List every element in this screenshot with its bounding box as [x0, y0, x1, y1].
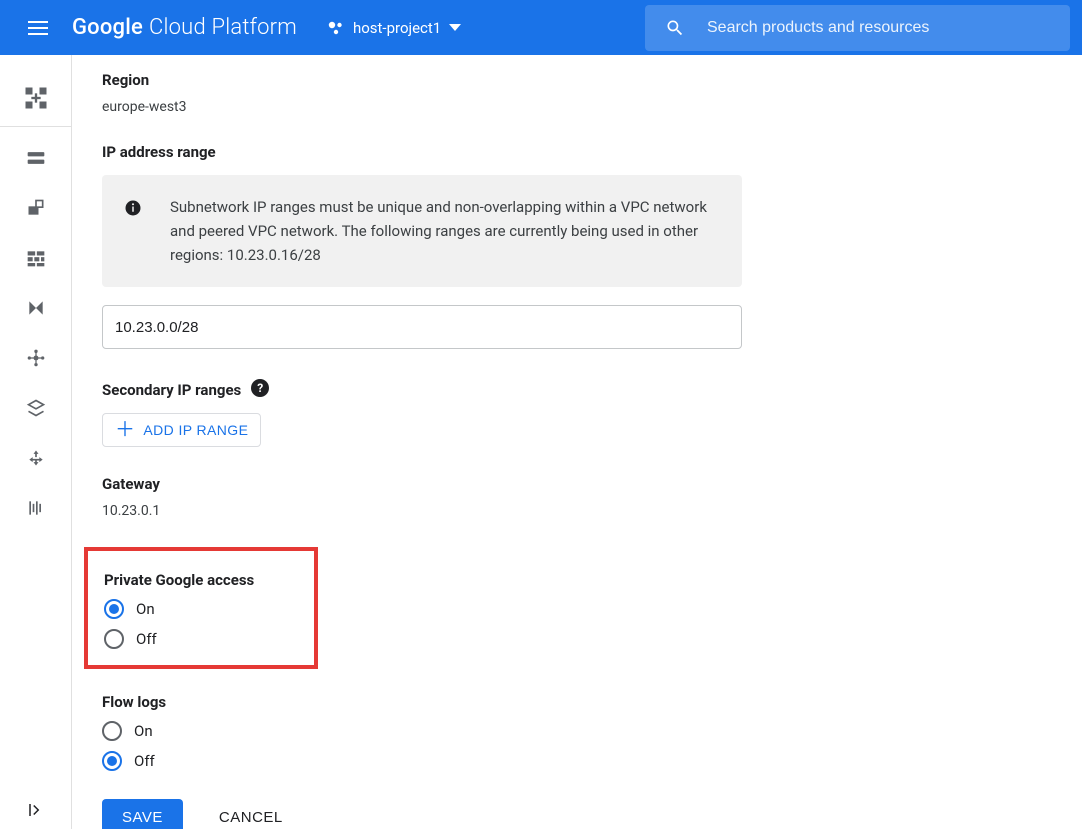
- chevron-down-icon: [449, 24, 461, 31]
- region-value: europe-west3: [102, 99, 1052, 115]
- routes-icon: [26, 298, 46, 318]
- nav-menu-button[interactable]: [18, 8, 58, 48]
- nav-byoip[interactable]: [0, 183, 72, 233]
- save-button[interactable]: SAVE: [102, 799, 183, 829]
- private-google-access-highlight: Private Google access On Off: [84, 547, 318, 669]
- nav-peering[interactable]: [0, 333, 72, 383]
- radio-checked-icon: [104, 599, 124, 619]
- project-name: host-project1: [353, 19, 441, 37]
- secondary-ip-label: Secondary IP ranges: [102, 381, 241, 399]
- nav-serverless-vpc[interactable]: [0, 433, 72, 483]
- search-icon: [665, 18, 685, 38]
- cancel-button[interactable]: CANCEL: [213, 808, 289, 827]
- flowlogs-label: Flow logs: [102, 693, 1052, 711]
- pga-off-label: Off: [136, 630, 157, 648]
- add-ip-range-button[interactable]: ＋ ADD IP RANGE: [102, 413, 261, 447]
- ip-range-info-text: Subnetwork IP ranges must be unique and …: [170, 195, 714, 267]
- hamburger-icon: [28, 27, 48, 29]
- firewall-icon: [26, 248, 46, 268]
- serverless-vpc-icon: [26, 448, 46, 468]
- packet-mirroring-icon: [26, 498, 46, 518]
- chevron-right-icon: [27, 801, 45, 819]
- search-box[interactable]: [645, 5, 1070, 51]
- nav-shared-vpc[interactable]: [0, 383, 72, 433]
- vpc-network-icon: [22, 84, 50, 112]
- ip-range-label: IP address range: [102, 143, 1052, 161]
- nav-packet-mirroring[interactable]: [0, 483, 72, 533]
- top-bar: Google Cloud Platform host-project1: [0, 0, 1082, 55]
- pga-on-label: On: [136, 600, 155, 618]
- info-icon: [124, 195, 142, 267]
- project-icon: [327, 19, 345, 37]
- flowlogs-off-label: Off: [134, 752, 155, 770]
- radio-checked-icon: [102, 751, 122, 771]
- search-input[interactable]: [705, 18, 1058, 38]
- nav-ip-addresses[interactable]: [0, 133, 72, 183]
- gateway-label: Gateway: [102, 475, 1052, 493]
- nav-firewall[interactable]: [0, 233, 72, 283]
- pga-radio-on[interactable]: On: [104, 599, 298, 619]
- project-picker[interactable]: host-project1: [327, 19, 461, 37]
- brand-rest: Cloud Platform: [149, 15, 297, 40]
- nav-routes[interactable]: [0, 283, 72, 333]
- brand-title[interactable]: Google Cloud Platform: [72, 15, 297, 40]
- ip-addresses-icon: [26, 148, 46, 168]
- ip-range-info-box: Subnetwork IP ranges must be unique and …: [102, 175, 742, 287]
- flowlogs-radio-off[interactable]: Off: [102, 751, 1052, 771]
- help-icon[interactable]: ?: [251, 379, 269, 397]
- shared-vpc-icon: [26, 398, 46, 418]
- region-label: Region: [102, 71, 1052, 89]
- pga-label: Private Google access: [104, 571, 298, 589]
- nav-expand-button[interactable]: [0, 801, 71, 819]
- flowlogs-on-label: On: [134, 722, 153, 740]
- gateway-value: 10.23.0.1: [102, 503, 1052, 519]
- main-content: Region europe-west3 IP address range Sub…: [72, 55, 1082, 829]
- flowlogs-radio-on[interactable]: On: [102, 721, 1052, 741]
- peering-icon: [26, 348, 46, 368]
- byoip-icon: [26, 198, 46, 218]
- radio-unchecked-icon: [102, 721, 122, 741]
- radio-unchecked-icon: [104, 629, 124, 649]
- left-nav: [0, 55, 72, 829]
- nav-vpc-networks[interactable]: [0, 69, 72, 127]
- brand-google: Google: [72, 15, 143, 40]
- pga-radio-off[interactable]: Off: [104, 629, 298, 649]
- add-ip-range-label: ADD IP RANGE: [143, 422, 248, 438]
- ip-range-input[interactable]: [102, 305, 742, 349]
